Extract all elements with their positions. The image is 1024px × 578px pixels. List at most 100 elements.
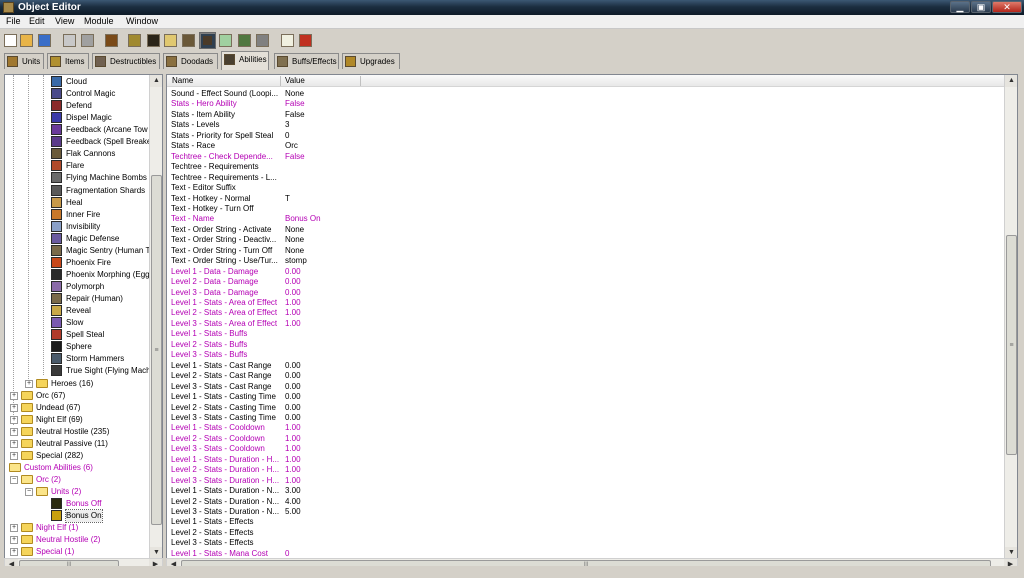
grid-row[interactable]: Level 1 - Stats - Area of Effect 1.00 [167, 298, 1003, 308]
grid-row[interactable]: Stats - Item Ability False [167, 110, 1003, 120]
tab-buffs-effects[interactable]: Buffs/Effects [274, 53, 339, 69]
field-value[interactable]: 1.00 [285, 444, 301, 454]
expand-icon[interactable]: + [10, 548, 18, 557]
tree-node-neutral-hostile[interactable]: + Neutral Hostile (235) [5, 426, 149, 438]
expand-icon[interactable]: + [10, 415, 18, 424]
field-value[interactable]: Bonus On [285, 214, 321, 224]
field-value[interactable]: 0.00 [285, 403, 301, 413]
grid-row[interactable]: Level 1 - Stats - Cooldown 1.00 [167, 423, 1003, 433]
expand-icon[interactable]: + [10, 439, 18, 448]
tree-item-ability[interactable]: True Sight (Flying Mach [5, 365, 151, 377]
grid-row[interactable]: Stats - Priority for Spell Steal 0 [167, 131, 1003, 141]
scroll-up-arrow-icon[interactable]: ▲ [150, 75, 162, 87]
tree-item-ability[interactable]: Control Magic [5, 88, 149, 100]
field-value[interactable]: 0.00 [285, 382, 301, 392]
tree-item-ability[interactable]: Reveal [5, 305, 149, 317]
column-separator[interactable] [360, 76, 361, 86]
tree-item-ability[interactable]: Invisibility [5, 220, 149, 233]
field-value[interactable]: 1.00 [285, 423, 301, 433]
tree-node-undead[interactable]: + Undead (67) [5, 402, 149, 414]
tree-node-custom-neutral-hostile[interactable]: + Neutral Hostile (2) [5, 534, 149, 546]
tree-scroll-thumb[interactable]: ≡ [151, 175, 162, 525]
tab-doodads[interactable]: Doodads [163, 53, 218, 69]
object-tree[interactable]: Cloud Control Magic Defend Dispel Magic Feed… [4, 74, 163, 562]
expand-icon[interactable]: + [10, 524, 18, 533]
copy-icon[interactable] [63, 34, 76, 47]
field-value[interactable]: T [285, 194, 290, 204]
tree-node-night-elf[interactable]: + Night Elf (69) [5, 414, 149, 426]
tree-item-ability[interactable]: Flying Machine Bombs [5, 172, 149, 184]
menu-file[interactable]: File [6, 16, 21, 27]
tree-item-ability[interactable]: Feedback (Arcane Tow [5, 124, 149, 136]
grid-row[interactable]: Level 3 - Stats - Casting Time 0.00 [167, 413, 1003, 423]
field-value[interactable]: None [285, 89, 304, 99]
minimize-button[interactable]: ▁ [950, 1, 970, 13]
grid-row[interactable]: Techtree - Requirements - L... [167, 173, 1003, 183]
open-folder-icon[interactable] [20, 34, 33, 47]
tree-item-ability[interactable]: Fragmentation Shards [5, 184, 149, 197]
tab-upgrades[interactable]: Upgrades [342, 53, 400, 69]
tree-node-custom-units[interactable]: − Units (2) [5, 486, 149, 498]
column-separator[interactable] [280, 76, 281, 86]
field-value[interactable]: 0.00 [285, 361, 301, 371]
tree-item-ability[interactable]: Magic Defense [5, 232, 149, 245]
collapse-icon[interactable]: − [10, 475, 18, 484]
field-value[interactable]: 0.00 [285, 413, 301, 423]
field-value[interactable]: 1.00 [285, 298, 301, 308]
grid-scroll-up-arrow-icon[interactable]: ▲ [1005, 75, 1017, 87]
sound-editor-icon[interactable] [164, 34, 177, 47]
tree-vertical-scrollbar[interactable]: ▲ ≡ ▼ [149, 75, 162, 561]
grid-row[interactable]: Level 3 - Data - Damage 0.00 [167, 288, 1003, 298]
field-value[interactable]: None [285, 235, 304, 245]
tree-item-ability[interactable]: Slow [5, 317, 149, 329]
terrain-editor-icon[interactable] [128, 34, 141, 47]
grid-row[interactable]: Level 3 - Stats - Cast Range 0.00 [167, 382, 1003, 392]
field-value[interactable]: 1.00 [285, 434, 301, 444]
grid-row[interactable]: Text - Order String - Turn Off None [167, 246, 1003, 256]
tree-item-ability[interactable]: Spell Steal [5, 329, 149, 341]
grid-row[interactable]: Level 3 - Stats - Effects [167, 538, 1003, 548]
tree-item-ability[interactable]: Flak Cannons [5, 148, 149, 160]
collapse-icon[interactable]: − [25, 488, 33, 497]
grid-row[interactable]: Text - Order String - Deactiv... None [167, 235, 1003, 245]
grid-row[interactable]: Level 3 - Stats - Duration - N... 5.00 [167, 507, 1003, 517]
grid-row[interactable]: Techtree - Check Depende... False [167, 152, 1003, 162]
column-header-name[interactable]: Name [172, 75, 193, 87]
field-value[interactable]: False [285, 152, 305, 162]
grid-row[interactable]: Level 1 - Data - Damage 0.00 [167, 267, 1003, 277]
tree-item-ability[interactable]: Flare [5, 160, 149, 172]
tree-item-ability[interactable]: Cloud [5, 76, 149, 88]
tree-node-custom-night-elf[interactable]: + Night Elf (1) [5, 522, 149, 534]
tree-node-custom-abilities[interactable]: Custom Abilities (6) [5, 462, 149, 474]
grid-row[interactable]: Level 3 - Stats - Cooldown 1.00 [167, 444, 1003, 454]
field-value[interactable]: None [285, 225, 304, 235]
grid-row[interactable]: Level 1 - Stats - Duration - H... 1.00 [167, 455, 1003, 465]
expand-icon[interactable]: + [10, 427, 18, 436]
field-value[interactable]: False [285, 110, 305, 120]
ai-editor-icon[interactable] [281, 34, 294, 47]
grid-row[interactable]: Level 3 - Stats - Duration - H... 1.00 [167, 476, 1003, 486]
grid-row[interactable]: Techtree - Requirements [167, 162, 1003, 172]
grid-row[interactable]: Text - Order String - Activate None [167, 225, 1003, 235]
tab-abilities[interactable]: Abilities [221, 51, 269, 70]
grid-row[interactable]: Level 1 - Stats - Effects [167, 517, 1003, 527]
field-value[interactable]: 1.00 [285, 455, 301, 465]
field-value[interactable]: 5.00 [285, 507, 301, 517]
menu-edit[interactable]: Edit [29, 16, 45, 27]
tree-item-ability[interactable]: Dispel Magic [5, 112, 149, 124]
tree-node-special[interactable]: + Special (282) [5, 450, 149, 462]
tree-item-ability[interactable]: Magic Sentry (Human T [5, 244, 150, 257]
unit-editor-icon[interactable] [105, 34, 118, 47]
tree-item-ability[interactable]: Feedback (Spell Breake [5, 136, 151, 148]
field-value[interactable]: 3.00 [285, 486, 301, 496]
field-value[interactable]: None [285, 246, 304, 256]
grid-row[interactable]: Level 1 - Stats - Cast Range 0.00 [167, 361, 1003, 371]
grid-row[interactable]: Level 2 - Stats - Cooldown 1.00 [167, 434, 1003, 444]
maximize-button[interactable]: ▣ [971, 1, 991, 13]
tree-item-ability[interactable]: Storm Hammers [5, 353, 149, 365]
tree-item-ability[interactable]: Repair (Human) [5, 293, 149, 305]
grid-row[interactable]: Level 2 - Stats - Effects [167, 528, 1003, 538]
field-value[interactable]: 0.00 [285, 288, 301, 298]
field-value[interactable]: 3 [285, 120, 289, 130]
grid-row[interactable]: Level 1 - Stats - Casting Time 0.00 [167, 392, 1003, 402]
